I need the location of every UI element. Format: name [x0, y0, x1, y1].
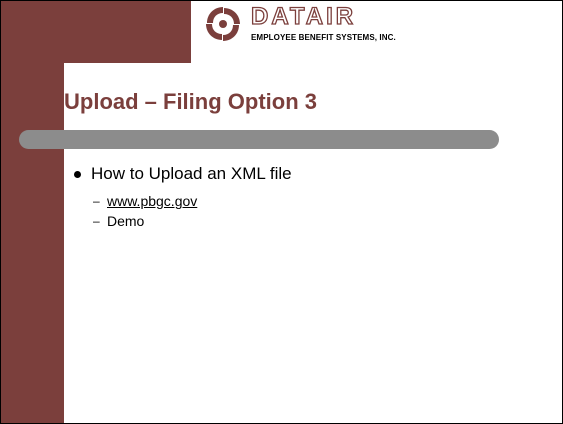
dash-icon: –: [93, 194, 100, 208]
bullet-list: How to Upload an XML file: [73, 161, 292, 187]
demo-text: Demo: [107, 213, 145, 229]
bullet-dot-icon: [74, 170, 81, 178]
sub-bullet-item: – www.pbgc.gov: [93, 191, 197, 211]
sub-bullet-list: – www.pbgc.gov – Demo: [93, 191, 197, 231]
bullet-text: How to Upload an XML file: [91, 164, 292, 183]
datair-logo-icon: [206, 7, 240, 41]
logo-wordmark: DATAIR: [250, 3, 357, 30]
sub-bullet-item: – Demo: [93, 211, 197, 231]
pbgc-link[interactable]: www.pbgc.gov: [107, 193, 197, 209]
company-logo: DATAIR EMPLOYEE BENEFIT SYSTEMS, INC.: [203, 3, 443, 52]
slide: DATAIR EMPLOYEE BENEFIT SYSTEMS, INC. Up…: [0, 0, 563, 424]
left-accent-bar: [1, 1, 64, 423]
title-divider: [19, 130, 499, 149]
top-accent-band: [1, 1, 191, 63]
slide-title: Upload – Filing Option 3: [64, 89, 317, 114]
bullet-item: How to Upload an XML file: [73, 161, 292, 187]
dash-icon: –: [93, 214, 100, 228]
logo-tagline: EMPLOYEE BENEFIT SYSTEMS, INC.: [251, 33, 396, 42]
